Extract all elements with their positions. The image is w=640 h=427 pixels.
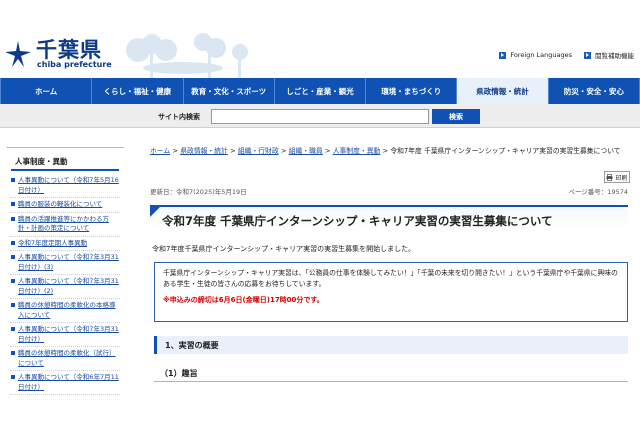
sidebar-item[interactable]: 人事異動について（令和7年5月16日付け） xyxy=(10,174,120,198)
print-button[interactable]: 印刷 xyxy=(604,171,630,183)
print-label: 印刷 xyxy=(615,174,628,182)
sidebar-list: 人事異動について（令和7年5月16日付け） 職員の服装の軽装化について 職員の活… xyxy=(10,174,120,395)
decorative-trees-icon xyxy=(126,33,248,78)
deadline-notice: ※申込みの締切は6月6日(金曜日)17時00分です。 xyxy=(163,296,324,304)
section-heading: 1、実習の概要 xyxy=(154,336,628,354)
page-title-box: 令和7年度 千葉県庁インターンシップ・キャリア実習の実習生募集について xyxy=(150,205,628,231)
sidebar-item[interactable]: 職員の休憩時間の柔軟化の本格導入について xyxy=(10,299,120,323)
foreign-languages-link[interactable]: Foreign Languages xyxy=(499,50,572,60)
foreign-languages-label: Foreign Languages xyxy=(510,51,572,59)
sidebar-item[interactable]: 職員の休憩時間の柔軟化（試行）について xyxy=(10,347,120,371)
updated-date: 更新日：令和7(2025)年5月19日 xyxy=(150,188,247,196)
search-input[interactable] xyxy=(211,109,429,124)
info-box: 千葉県庁インターンシップ・キャリア実習は、「公務員の仕事を体験してみたい！」「千… xyxy=(154,262,628,322)
breadcrumb-separator: > xyxy=(280,147,287,155)
section-heading-title: 1、実習の概要 xyxy=(165,341,219,350)
sidebar: 人事制度・異動 人事異動について（令和7年5月16日付け） 職員の服装の軽装化に… xyxy=(6,147,124,427)
subsection-heading-title: （1）趣旨 xyxy=(160,369,198,378)
breadcrumb-link[interactable]: 組織・行財政 xyxy=(238,147,279,155)
nav-environment-town[interactable]: 環境・まちづくり xyxy=(366,78,458,104)
lead-text: 令和7年度千葉県庁インターンシップ・キャリア実習の実習生募集を開始しました。 xyxy=(152,245,416,253)
breadcrumb-separator: > xyxy=(382,147,389,155)
accessibility-label: 閲覧補助機能 xyxy=(595,52,634,60)
subsection-heading: （1）趣旨 xyxy=(154,366,628,382)
sidebar-item[interactable]: 職員の活躍推進等にかかわる方針・計画の策定について xyxy=(10,213,120,237)
nav-home[interactable]: ホーム xyxy=(0,78,93,104)
sidebar-item[interactable]: 人事異動について（令和6年7月11日付け） xyxy=(10,371,120,395)
search-bar: サイト内検索 検索 xyxy=(0,104,640,128)
printer-icon xyxy=(606,173,613,181)
sidebar-item[interactable]: 人事異動について（令和7年3月31日付け）(3) xyxy=(10,251,120,275)
breadcrumb-separator: > xyxy=(324,147,331,155)
breadcrumb-link[interactable]: 人事制度・異動 xyxy=(333,147,381,155)
sidebar-title[interactable]: 人事制度・異動 xyxy=(11,154,119,171)
breadcrumb-link[interactable]: 県政情報・統計 xyxy=(180,147,228,155)
chiba-logo-icon[interactable] xyxy=(4,40,32,68)
breadcrumb-link[interactable]: 組織・職員 xyxy=(289,147,323,155)
arrow-right-icon xyxy=(584,51,591,59)
search-button[interactable]: 検索 xyxy=(432,109,480,124)
sidebar-item[interactable]: 令和7年度定期人事異動 xyxy=(10,237,120,251)
page-number: ページ番号：19574 xyxy=(568,188,628,196)
breadcrumb-separator: > xyxy=(172,147,179,155)
search-label: サイト内検索 xyxy=(158,113,200,121)
sidebar-item[interactable]: 人事異動について（令和7年3月31日付け）(2) xyxy=(10,275,120,299)
breadcrumb-link[interactable]: ホーム xyxy=(150,147,170,155)
main-content: ホーム > 県政情報・統計 > 組織・行財政 > 組織・職員 > 人事制度・異動… xyxy=(150,128,634,426)
info-text: 千葉県庁インターンシップ・キャリア実習は、「公務員の仕事を体験してみたい！」「千… xyxy=(163,269,618,288)
sidebar-item[interactable]: 職員の服装の軽装化について xyxy=(10,198,120,213)
page-title: 令和7年度 千葉県庁インターンシップ・キャリア実習の実習生募集について xyxy=(162,214,553,228)
arrow-right-icon xyxy=(499,51,507,59)
nav-work-industry-tourism[interactable]: しごと・産業・観光 xyxy=(275,78,367,104)
nav-life-welfare-health[interactable]: くらし・福祉・健康 xyxy=(92,78,184,104)
logo-english[interactable]: chiba prefecture xyxy=(37,60,112,69)
site-header: 千葉県 chiba prefecture Foreign Languages 閲… xyxy=(0,0,640,78)
sidebar-item[interactable]: 人事異動について（令和7年3月31日付け） xyxy=(10,323,120,347)
breadcrumb-current: 令和7年度 千葉県庁インターンシップ・キャリア実習の実習生募集について xyxy=(390,147,621,155)
global-nav: ホーム くらし・福祉・健康 教育・文化・スポーツ しごと・産業・観光 環境・まち… xyxy=(0,78,640,104)
nav-education-culture-sports[interactable]: 教育・文化・スポーツ xyxy=(184,78,275,104)
nav-disaster-safety[interactable]: 防災・安全・安心 xyxy=(549,78,640,104)
title-corner-mark xyxy=(150,207,160,217)
breadcrumb: ホーム > 県政情報・統計 > 組織・行財政 > 組織・職員 > 人事制度・異動… xyxy=(150,146,634,157)
breadcrumb-separator: > xyxy=(229,147,236,155)
accessibility-link[interactable]: 閲覧補助機能 xyxy=(584,50,634,60)
utility-links: Foreign Languages 閲覧補助機能 xyxy=(499,50,634,60)
nav-prefectural-info[interactable]: 県政情報・統計 xyxy=(457,78,549,104)
